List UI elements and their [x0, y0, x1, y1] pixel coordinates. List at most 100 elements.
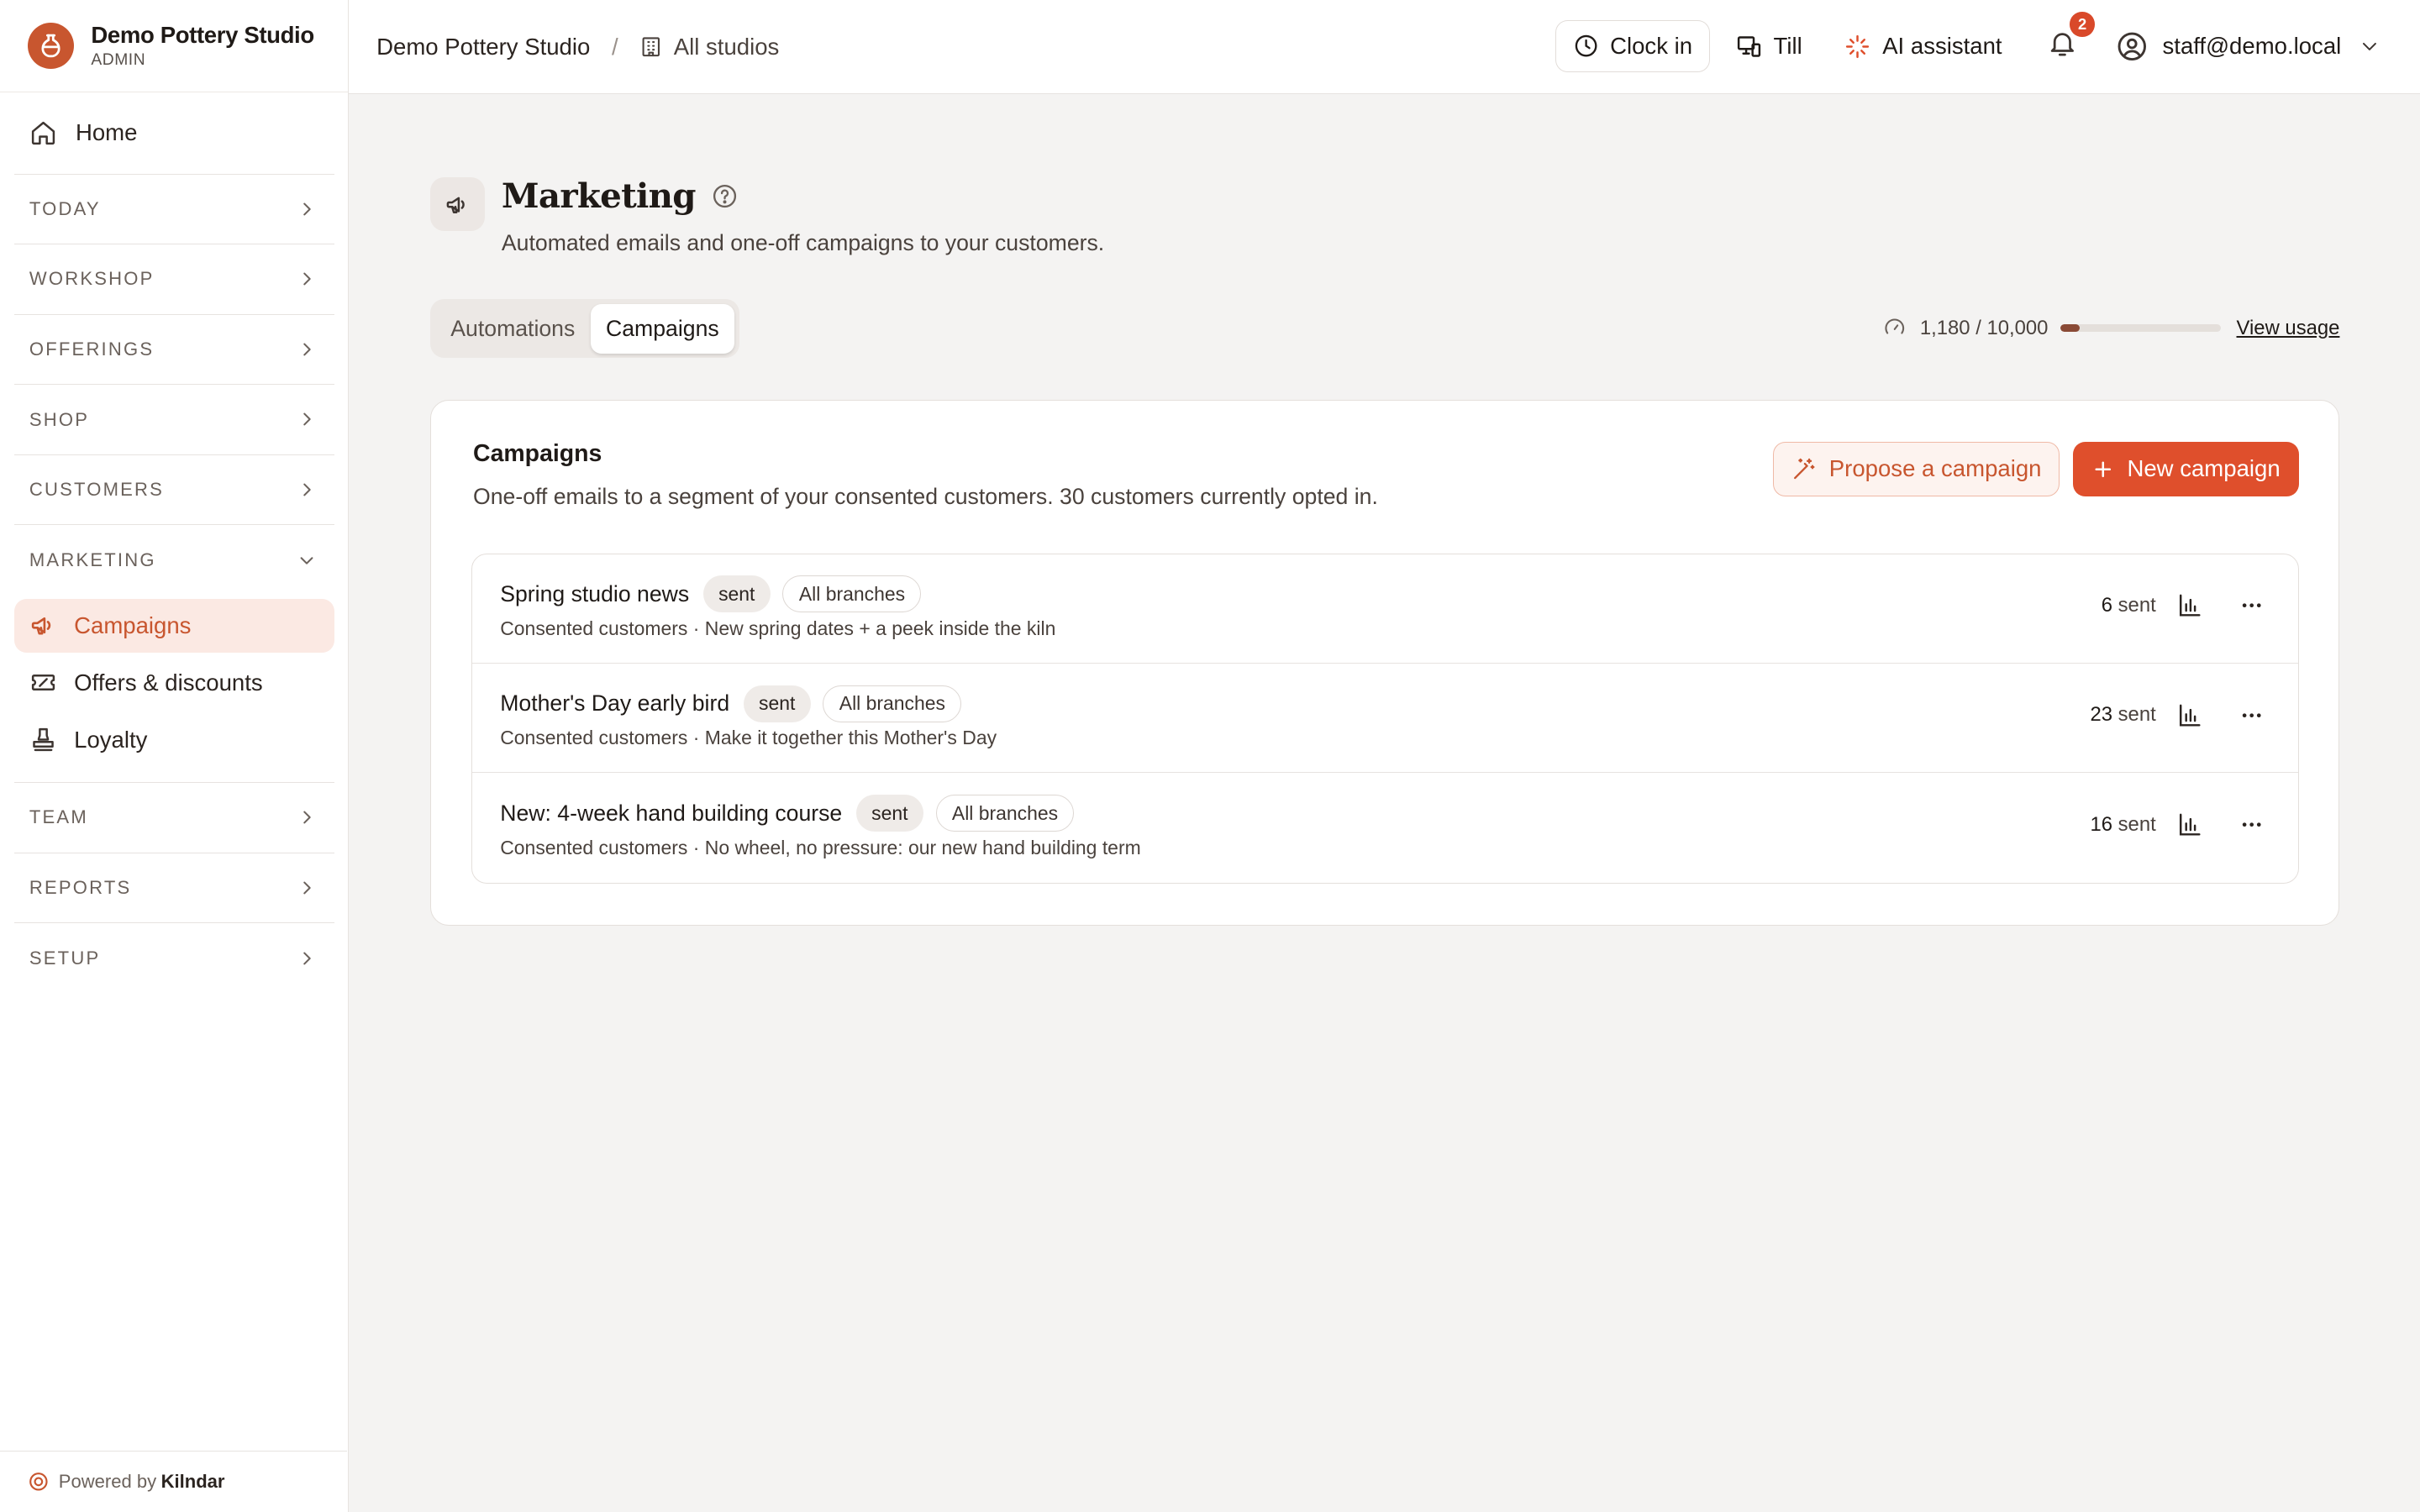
bar-chart-icon[interactable]: [2176, 592, 2202, 618]
sidebar-section-offerings[interactable]: OFFERINGS: [13, 315, 334, 386]
chevron-right-icon: [302, 343, 311, 356]
section-label: TEAM: [29, 806, 88, 828]
sent-count-value: 16: [2090, 812, 2112, 836]
branch-badge: All branches: [782, 575, 922, 613]
help-icon[interactable]: [711, 182, 739, 210]
description-separator: ·: [692, 836, 700, 858]
campaign-row[interactable]: Spring studio news sent All branches Con…: [472, 554, 2298, 664]
user-role: ADMIN: [91, 51, 146, 70]
brand-header[interactable]: Demo Pottery Studio ADMIN: [0, 0, 349, 93]
more-options-icon[interactable]: [2239, 593, 2264, 617]
campaign-row[interactable]: New: 4-week hand building course sent Al…: [472, 773, 2298, 882]
megaphone-icon: [430, 177, 485, 232]
more-options-icon[interactable]: [2239, 703, 2264, 727]
sidebar-item-campaigns[interactable]: Campaigns: [13, 598, 334, 653]
sidebar-section-team[interactable]: TEAM: [13, 783, 334, 853]
breadcrumb-studio[interactable]: Demo Pottery Studio: [376, 34, 590, 60]
campaigns-list: Spring studio news sent All branches Con…: [471, 553, 2299, 884]
status-badge: sent: [702, 575, 771, 613]
gauge-icon: [1885, 318, 1904, 334]
plus-icon: [2095, 461, 2112, 477]
sidebar-section-shop[interactable]: SHOP: [13, 385, 334, 455]
sent-count-value: 23: [2090, 703, 2112, 727]
status-badge: sent: [855, 795, 923, 832]
sidebar-nav: Home TODAY WORKSHOP OFFERINGS SHOP CUSTO…: [0, 92, 348, 994]
campaign-name[interactable]: Mother's Day early bird: [500, 690, 729, 717]
section-label: SETUP: [29, 948, 101, 969]
top-bar: Demo Pottery Studio / All studios Clock …: [349, 0, 2420, 95]
bar-chart-icon[interactable]: [2176, 702, 2202, 728]
usage-progress-fill: [2060, 323, 2080, 333]
till-icon: [1737, 35, 1760, 57]
sent-count-label: sent: [2118, 703, 2156, 727]
ai-assistant-button[interactable]: AI assistant: [1844, 33, 2002, 60]
marketing-tabs: Automations Campaigns: [430, 299, 739, 359]
more-options-icon[interactable]: [2239, 812, 2264, 837]
propose-campaign-button[interactable]: Propose a campaign: [1772, 442, 2060, 496]
notifications-button[interactable]: 2: [2047, 12, 2095, 66]
campaign-row-header: Spring studio news sent All branches: [500, 575, 922, 613]
sidebar-section-setup[interactable]: SETUP: [14, 923, 334, 994]
campaign-row-actions: 23 sent: [2090, 702, 2264, 728]
email-usage: 1,180 / 10,000 View usage: [1883, 317, 2340, 340]
section-label: WORKSHOP: [29, 268, 155, 290]
tab-automations[interactable]: Automations: [435, 304, 591, 354]
page-title-text: Marketing: [501, 176, 697, 217]
campaign-audience: Consented customers: [500, 836, 688, 858]
tab-campaigns[interactable]: Campaigns: [590, 303, 735, 354]
campaign-row[interactable]: Mother's Day early bird sent All branche…: [472, 664, 2298, 774]
powered-by-footer[interactable]: Powered by Kilndar: [0, 1450, 348, 1512]
sidebar-section-reports[interactable]: REPORTS: [13, 853, 334, 924]
campaigns-card-title: Campaigns: [473, 440, 602, 468]
section-label: SHOP: [29, 408, 90, 430]
sidebar-item-label: Home: [75, 119, 138, 146]
page-title: Marketing: [502, 176, 739, 216]
sidebar-section-customers[interactable]: CUSTOMERS: [13, 455, 334, 526]
sidebar-item-loyalty[interactable]: Loyalty: [14, 712, 334, 766]
clock-in-button[interactable]: Clock in: [1555, 19, 1711, 73]
section-label: OFFERINGS: [29, 338, 155, 360]
till-button[interactable]: Till: [1735, 33, 1802, 60]
ticket-icon: [31, 675, 55, 691]
campaign-name[interactable]: New: 4-week hand building course: [500, 801, 842, 827]
chevron-right-icon: [302, 483, 311, 496]
sent-count-label: sent: [2118, 594, 2156, 617]
campaign-description: Consented customers · Make it together t…: [500, 727, 997, 749]
view-usage-link[interactable]: View usage: [2237, 317, 2340, 340]
new-campaign-button[interactable]: New campaign: [2073, 442, 2299, 496]
sidebar-section-workshop[interactable]: WORKSHOP: [13, 244, 334, 315]
sidebar-section-today[interactable]: TODAY: [13, 175, 334, 245]
usage-progress-bar: [2060, 323, 2222, 333]
chevron-right-icon: [302, 811, 311, 824]
chevron-right-icon: [302, 881, 311, 895]
page-subtitle: Automated emails and one-off campaigns t…: [501, 229, 1105, 255]
studio-name: Demo Pottery Studio: [91, 21, 314, 48]
sidebar-group-marketing: MARKETING Campaigns Offers & discounts L…: [13, 525, 334, 784]
campaign-audience: Consented customers: [500, 617, 688, 639]
powered-by-brand: Kilndar: [160, 1470, 225, 1492]
campaign-audience: Consented customers: [500, 727, 688, 749]
user-email: staff@demo.local: [2162, 33, 2342, 60]
ai-assistant-label: AI assistant: [1882, 33, 2002, 60]
section-label: REPORTS: [29, 876, 132, 898]
description-separator: ·: [692, 617, 700, 639]
section-label: CUSTOMERS: [29, 479, 165, 501]
user-avatar-icon: [2118, 32, 2147, 60]
campaign-description: Consented customers · No wheel, no press…: [500, 837, 1140, 859]
campaign-name[interactable]: Spring studio news: [500, 581, 689, 607]
campaign-subject: No wheel, no pressure: our new hand buil…: [704, 836, 1141, 858]
sidebar-section-marketing[interactable]: MARKETING: [14, 525, 334, 596]
notification-count-badge: 2: [2070, 12, 2095, 37]
studio-switcher[interactable]: All studios: [639, 34, 779, 60]
campaign-row-actions: 6 sent: [2102, 592, 2265, 618]
bar-chart-icon[interactable]: [2176, 811, 2202, 837]
sidebar-item-label: Offers & discounts: [74, 669, 263, 696]
stamp-icon: [33, 727, 54, 752]
sidebar-item-home[interactable]: Home: [13, 92, 334, 175]
campaign-row-actions: 16 sent: [2090, 811, 2264, 837]
sent-count: 23 sent: [2090, 703, 2155, 727]
sidebar-item-offers[interactable]: Offers & discounts: [14, 656, 334, 710]
branch-badge: All branches: [823, 685, 962, 722]
user-menu[interactable]: staff@demo.local: [2116, 30, 2380, 63]
sent-count-label: sent: [2118, 812, 2156, 836]
